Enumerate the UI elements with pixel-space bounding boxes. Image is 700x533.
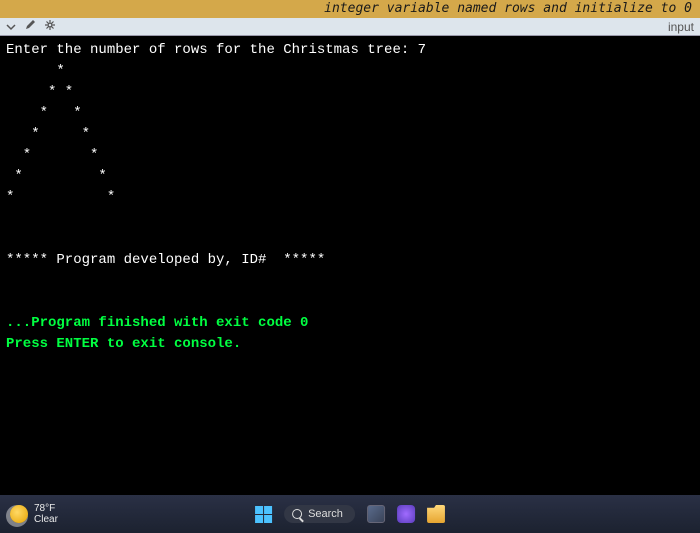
tree-row: * * [6,105,82,121]
exit-code-line: ...Program finished with exit code 0 [6,315,308,331]
tree-row: * [6,63,65,79]
banner-text: integer variable named rows and initiali… [324,1,692,16]
chevron-down-icon[interactable] [6,22,16,32]
edit-icon[interactable] [24,19,36,34]
toolbar-left [6,19,56,34]
search-icon [292,509,302,519]
settings-icon[interactable] [44,19,56,34]
toolbar-right-label: input [668,20,694,34]
taskbar-center: Search [255,505,445,523]
search-label: Search [308,508,343,520]
windows-taskbar: 78°F Clear Search [0,495,700,533]
chat-icon[interactable] [397,505,415,523]
weather-condition: Clear [34,514,58,525]
tree-row: * * [6,189,115,205]
tree-row: * * [6,168,107,184]
console-output[interactable]: Enter the number of rows for the Christm… [0,36,700,496]
taskbar-weather[interactable]: 78°F Clear [10,503,58,525]
press-enter-line: Press ENTER to exit console. [6,336,241,352]
editor-top-banner: integer variable named rows and initiali… [0,0,700,18]
weather-temp: 78°F [34,503,58,514]
prompt-line: Enter the number of rows for the Christm… [6,42,426,58]
start-icon[interactable] [255,506,272,523]
weather-text: 78°F Clear [34,503,58,525]
developed-by-line: ***** Program developed by, ID# ***** [6,252,325,268]
task-view-icon[interactable] [367,505,385,523]
tree-row: * * [6,126,90,142]
console-toolbar: input [0,18,700,36]
tree-row: * * [6,84,73,100]
file-explorer-icon[interactable] [427,505,445,523]
tree-row: * * [6,147,98,163]
search-button[interactable]: Search [284,505,355,523]
weather-icon [10,505,28,523]
